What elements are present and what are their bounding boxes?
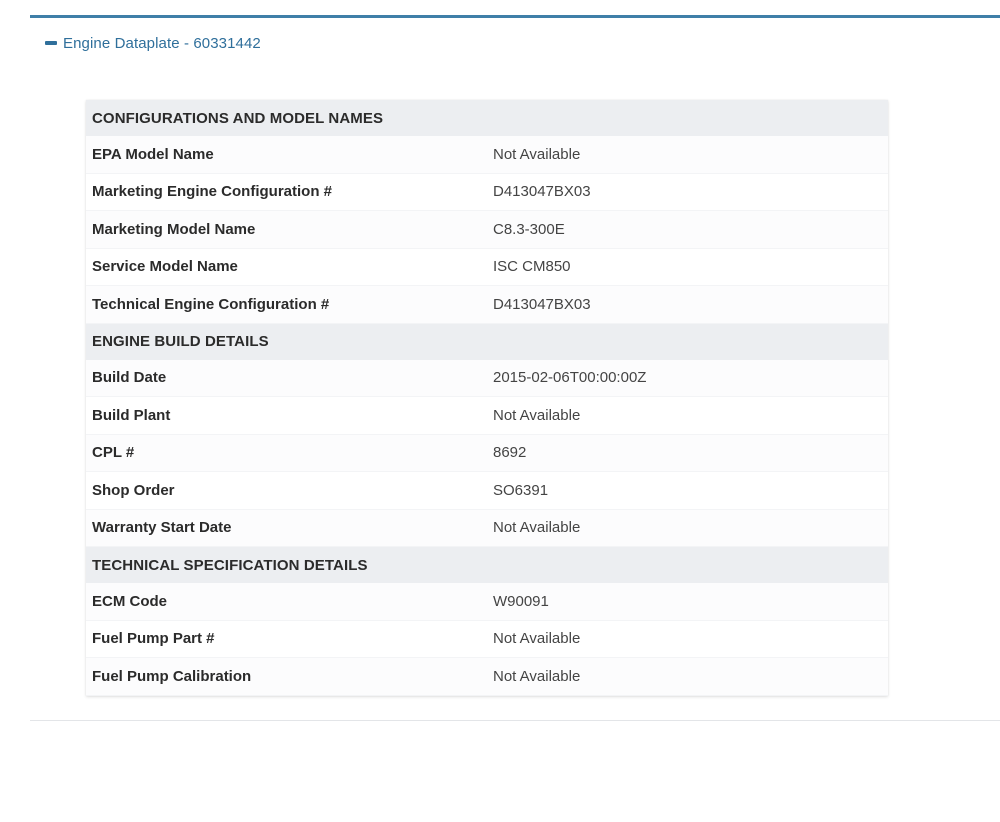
table-row: Marketing Engine Configuration # D413047… — [86, 173, 888, 211]
section-header-technical-specification: TECHNICAL SPECIFICATION DETAILS — [86, 546, 888, 583]
row-value: Not Available — [487, 396, 888, 435]
section-title: ENGINE BUILD DETAILS — [86, 323, 888, 360]
table-row: Fuel Pump Part # Not Available — [86, 620, 888, 658]
row-value: D413047BX03 — [487, 285, 888, 324]
panel-title[interactable]: Engine Dataplate - 60331442 — [63, 35, 261, 52]
row-label: Fuel Pump Part # — [86, 620, 487, 658]
row-label: Technical Engine Configuration # — [86, 285, 487, 324]
section-header-configurations: CONFIGURATIONS AND MODEL NAMES — [86, 100, 888, 136]
row-label: ECM Code — [86, 583, 487, 621]
row-value: C8.3-300E — [487, 210, 888, 249]
table-row: ECM Code W90091 — [86, 583, 888, 621]
row-label: Marketing Model Name — [86, 210, 487, 249]
table-row: Fuel Pump Calibration Not Available — [86, 657, 888, 696]
row-value: 2015-02-06T00:00:00Z — [487, 359, 888, 397]
row-value: SO6391 — [487, 471, 888, 510]
row-label: EPA Model Name — [86, 136, 487, 174]
table-row: Service Model Name ISC CM850 — [86, 248, 888, 286]
row-value: Not Available — [487, 136, 888, 174]
section-header-engine-build: ENGINE BUILD DETAILS — [86, 323, 888, 360]
row-value: Not Available — [487, 620, 888, 658]
row-label: Service Model Name — [86, 248, 487, 286]
dataplate-table-card: CONFIGURATIONS AND MODEL NAMES EPA Model… — [86, 100, 888, 696]
panel-top-border — [30, 15, 1000, 18]
engine-dataplate-toggle[interactable]: Engine Dataplate - 60331442 — [45, 32, 261, 54]
table-row: Shop Order SO6391 — [86, 471, 888, 510]
panel-bottom-border — [30, 720, 1000, 721]
row-label: Build Plant — [86, 396, 487, 435]
table-row: Warranty Start Date Not Available — [86, 509, 888, 547]
row-label: Build Date — [86, 359, 487, 397]
row-value: D413047BX03 — [487, 173, 888, 211]
row-value: 8692 — [487, 434, 888, 472]
row-label: CPL # — [86, 434, 487, 472]
minus-icon[interactable] — [45, 41, 57, 45]
row-label: Fuel Pump Calibration — [86, 657, 487, 696]
dataplate-table: CONFIGURATIONS AND MODEL NAMES EPA Model… — [86, 100, 888, 696]
table-row: Technical Engine Configuration # D413047… — [86, 285, 888, 324]
table-row: Build Plant Not Available — [86, 396, 888, 435]
row-value: Not Available — [487, 509, 888, 547]
row-label: Warranty Start Date — [86, 509, 487, 547]
section-title: CONFIGURATIONS AND MODEL NAMES — [86, 100, 888, 136]
section-title: TECHNICAL SPECIFICATION DETAILS — [86, 546, 888, 583]
row-value: ISC CM850 — [487, 248, 888, 286]
table-row: CPL # 8692 — [86, 434, 888, 472]
table-row: EPA Model Name Not Available — [86, 136, 888, 174]
table-row: Marketing Model Name C8.3-300E — [86, 210, 888, 249]
row-value: W90091 — [487, 583, 888, 621]
table-row: Build Date 2015-02-06T00:00:00Z — [86, 359, 888, 397]
row-label: Marketing Engine Configuration # — [86, 173, 487, 211]
row-label: Shop Order — [86, 471, 487, 510]
row-value: Not Available — [487, 657, 888, 696]
